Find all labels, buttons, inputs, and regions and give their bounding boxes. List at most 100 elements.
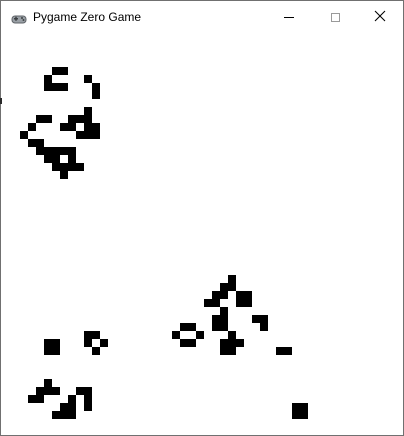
- game-cell: [180, 339, 188, 347]
- game-cell: [76, 115, 84, 123]
- game-cell: [220, 291, 228, 299]
- title-bar[interactable]: Pygame Zero Game: [1, 1, 403, 34]
- game-cell: [68, 403, 76, 411]
- game-cell: [84, 339, 92, 347]
- game-cell: [196, 331, 204, 339]
- game-cell: [44, 155, 52, 163]
- game-cell: [252, 315, 260, 323]
- game-cell: [52, 67, 60, 75]
- game-cell: [236, 299, 244, 307]
- game-cell: [60, 411, 68, 419]
- game-cell: [52, 347, 60, 355]
- game-cell: [84, 75, 92, 83]
- game-cell: [36, 147, 44, 155]
- game-cell: [60, 83, 68, 91]
- game-cell: [68, 123, 76, 131]
- game-cell: [68, 411, 76, 419]
- maximize-icon: [330, 13, 340, 22]
- game-window: Pygame Zero Game: [0, 0, 404, 436]
- game-cell: [228, 283, 236, 291]
- game-cell: [44, 379, 52, 387]
- left-edge-mark: [0, 98, 2, 104]
- game-cell: [84, 387, 92, 395]
- game-cell: [220, 315, 228, 323]
- game-cell: [44, 115, 52, 123]
- game-cell: [44, 75, 52, 83]
- game-cell: [276, 347, 284, 355]
- game-cell: [292, 411, 300, 419]
- game-cell: [76, 387, 84, 395]
- game-cell: [244, 291, 252, 299]
- game-cell: [52, 83, 60, 91]
- game-cell: [60, 163, 68, 171]
- game-cell: [92, 83, 100, 91]
- game-cell: [28, 395, 36, 403]
- game-cell: [84, 403, 92, 411]
- game-cell: [68, 395, 76, 403]
- game-cell: [92, 131, 100, 139]
- game-cell: [220, 283, 228, 291]
- game-cell: [60, 67, 68, 75]
- game-cell: [68, 147, 76, 155]
- game-cell: [68, 115, 76, 123]
- game-cell: [220, 307, 228, 315]
- game-cell: [228, 339, 236, 347]
- game-cell: [60, 403, 68, 411]
- game-cell: [220, 323, 228, 331]
- game-cell: [52, 147, 60, 155]
- game-cell: [84, 123, 92, 131]
- maximize-button[interactable]: [312, 1, 358, 34]
- game-cell: [60, 171, 68, 179]
- game-cell: [204, 299, 212, 307]
- game-cell: [300, 411, 308, 419]
- game-cell: [236, 291, 244, 299]
- game-cell: [84, 331, 92, 339]
- game-cell: [76, 131, 84, 139]
- game-cell: [52, 163, 60, 171]
- game-cell: [36, 115, 44, 123]
- game-cell: [36, 395, 44, 403]
- game-cell: [68, 163, 76, 171]
- game-cell: [228, 347, 236, 355]
- game-cell: [60, 123, 68, 131]
- game-cell: [36, 387, 44, 395]
- close-icon: [374, 9, 386, 27]
- game-cell: [260, 315, 268, 323]
- close-button[interactable]: [357, 1, 403, 34]
- game-cell: [44, 83, 52, 91]
- game-cell: [212, 291, 220, 299]
- game-canvas[interactable]: [3, 34, 401, 435]
- minimize-button[interactable]: [266, 1, 312, 34]
- game-cell: [44, 339, 52, 347]
- game-cell: [236, 339, 244, 347]
- game-cell: [84, 395, 92, 403]
- game-cell: [260, 323, 268, 331]
- game-cell: [180, 323, 188, 331]
- game-cell: [188, 339, 196, 347]
- game-cell: [220, 347, 228, 355]
- game-cell: [76, 163, 84, 171]
- game-cell: [92, 123, 100, 131]
- game-cell: [28, 123, 36, 131]
- game-cell: [52, 411, 60, 419]
- game-cell: [172, 331, 180, 339]
- game-cell: [28, 139, 36, 147]
- game-cell: [84, 115, 92, 123]
- game-cell: [92, 331, 100, 339]
- game-cell: [220, 339, 228, 347]
- game-cell: [212, 299, 220, 307]
- game-cell: [292, 403, 300, 411]
- game-cell: [68, 155, 76, 163]
- game-cell: [228, 275, 236, 283]
- game-cell: [212, 323, 220, 331]
- game-cell: [228, 331, 236, 339]
- game-cell: [92, 91, 100, 99]
- window-title: Pygame Zero Game: [33, 10, 142, 24]
- game-cell: [100, 339, 108, 347]
- game-cell: [84, 107, 92, 115]
- game-cell: [36, 139, 44, 147]
- game-cell: [20, 131, 28, 139]
- game-cell: [52, 155, 60, 163]
- game-cell: [284, 347, 292, 355]
- game-cell: [52, 339, 60, 347]
